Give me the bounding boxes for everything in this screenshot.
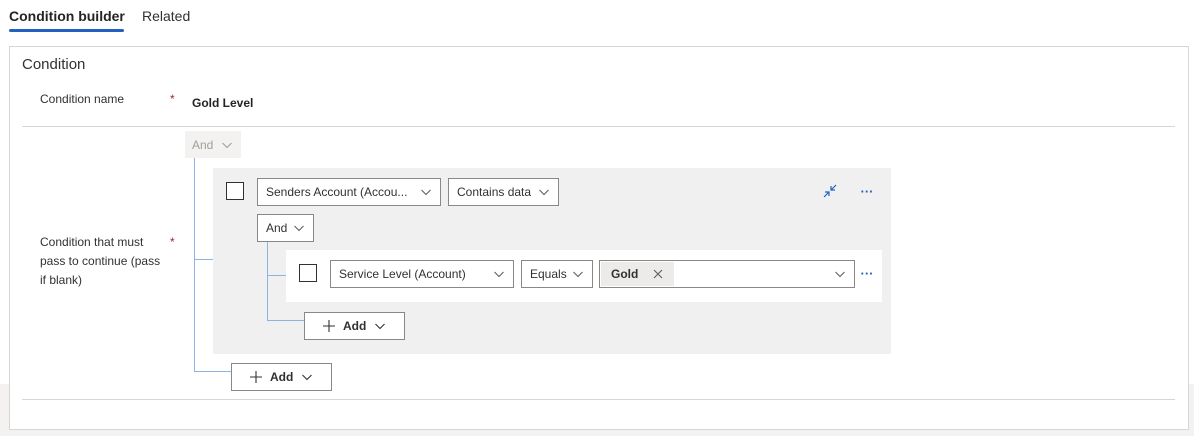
chevron-down-icon: [570, 266, 586, 282]
add-condition-button[interactable]: Add: [231, 363, 332, 391]
tab-bar: Condition builder Related: [0, 0, 1194, 40]
section-title: Condition: [22, 56, 86, 73]
tree-connector: [267, 320, 304, 321]
tab-condition-builder[interactable]: Condition builder: [9, 8, 125, 24]
tree-connector: [267, 275, 286, 276]
tree-connector: [267, 242, 268, 321]
row-select-checkbox[interactable]: [226, 182, 244, 200]
chevron-down-icon: [491, 266, 507, 282]
plus-icon: [248, 369, 264, 385]
field-dropdown[interactable]: Service Level (Account): [330, 260, 514, 288]
operator-dropdown[interactable]: Equals: [521, 260, 593, 288]
field-dropdown-value: Service Level (Account): [339, 267, 466, 281]
value-tag: Gold: [601, 262, 674, 286]
value-tag-label: Gold: [611, 267, 639, 281]
tree-connector: [194, 259, 213, 260]
condition-name-label: Condition name: [40, 92, 125, 106]
condition-name-value[interactable]: Gold Level: [192, 96, 253, 110]
add-button-label: Add: [343, 319, 367, 333]
field-dropdown-value: Senders Account (Accou...: [266, 185, 408, 199]
chevron-down-icon: [219, 137, 235, 153]
operator-dropdown[interactable]: Contains data: [448, 178, 559, 206]
bottom-divider: [22, 399, 1175, 400]
root-operator-value: And: [192, 137, 214, 152]
collapse-icon[interactable]: [820, 181, 840, 201]
chevron-down-icon: [372, 318, 388, 334]
root-operator-dropdown: And: [185, 131, 241, 158]
more-options-icon[interactable]: ···: [857, 263, 877, 283]
tab-related[interactable]: Related: [142, 8, 190, 24]
add-condition-button[interactable]: Add: [304, 312, 405, 340]
remove-tag-icon[interactable]: [652, 268, 664, 280]
chevron-down-icon: [418, 184, 434, 200]
field-dropdown[interactable]: Senders Account (Accou...: [257, 178, 441, 206]
group-operator-value: And: [266, 221, 288, 235]
operator-dropdown-value: Contains data: [457, 185, 532, 199]
chevron-down-icon: [832, 266, 848, 282]
required-indicator: *: [170, 235, 175, 249]
required-indicator: *: [170, 92, 175, 106]
operator-dropdown-value: Equals: [530, 267, 567, 281]
chevron-down-icon: [291, 220, 307, 236]
more-options-icon[interactable]: ···: [857, 181, 877, 201]
tree-connector: [194, 158, 195, 372]
row-select-checkbox[interactable]: [299, 264, 317, 282]
condition-rule-label: Condition that must pass to continue (pa…: [40, 235, 161, 287]
tree-connector: [194, 371, 231, 372]
chevron-down-icon: [299, 369, 315, 385]
add-button-label: Add: [270, 370, 294, 384]
group-operator-dropdown[interactable]: And: [257, 214, 314, 242]
active-tab-indicator: [9, 29, 124, 32]
plus-icon: [321, 318, 337, 334]
field-divider: [22, 126, 1175, 127]
chevron-down-icon: [536, 184, 552, 200]
